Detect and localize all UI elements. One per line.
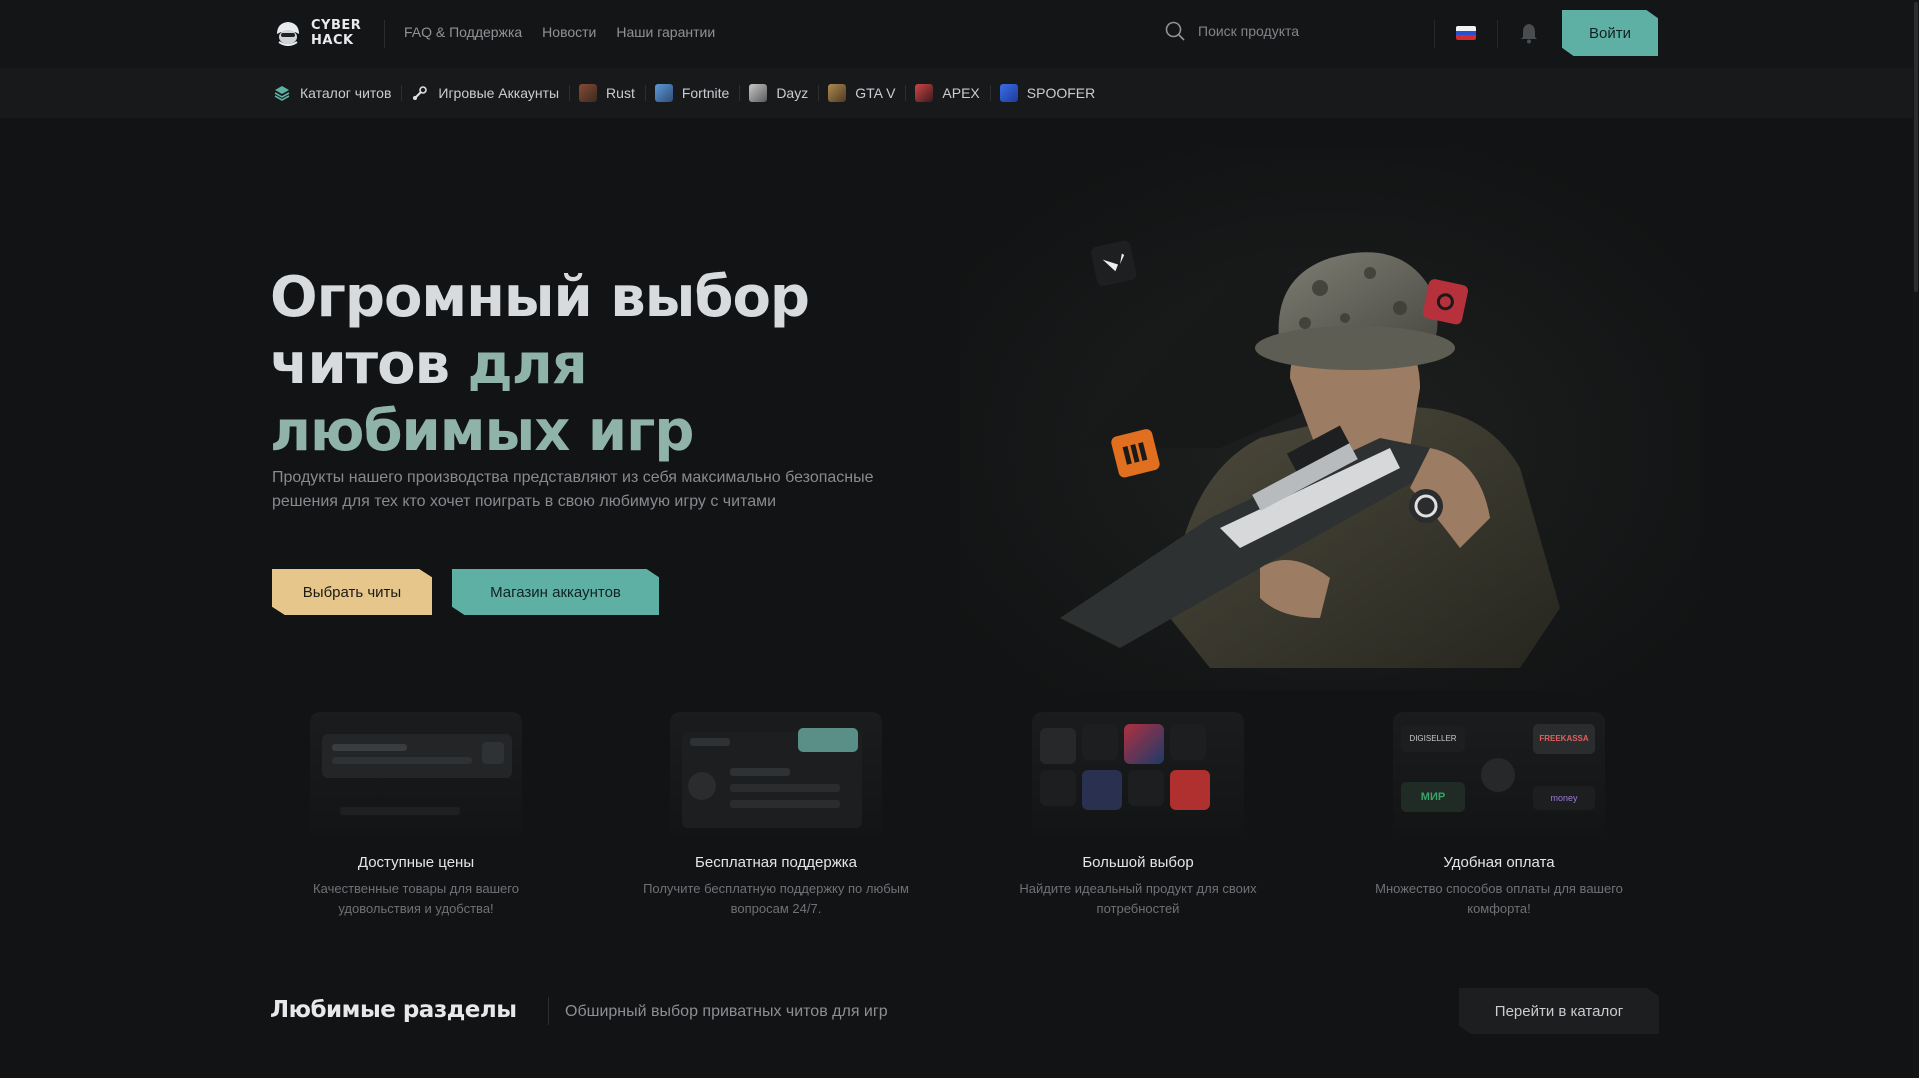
feature-card: Доступные цены Качественные товары для в… <box>270 712 562 919</box>
mir-logo: МИР <box>1401 782 1465 812</box>
ru-flag-icon[interactable] <box>1456 26 1476 40</box>
feature-card: Большой выбор Найдите идеальный продукт … <box>992 712 1284 919</box>
category-gta-v[interactable]: GTA V <box>818 82 905 104</box>
favorites-title: Любимые разделы <box>270 997 517 1023</box>
search-box <box>1164 20 1418 42</box>
search-icon[interactable] <box>1164 20 1186 42</box>
divider <box>384 20 385 48</box>
steam-icon <box>413 86 428 100</box>
bell-icon[interactable] <box>1519 22 1539 44</box>
category-cheats-catalog[interactable]: Каталог читов <box>273 82 401 104</box>
overwatch-badge <box>1409 489 1443 523</box>
category-bar: Каталог читов Игровые Аккаунты Rust Fort… <box>0 68 1919 118</box>
rust-icon <box>579 84 598 102</box>
feature-title: Большой выбор <box>1082 854 1194 871</box>
category-apex[interactable]: APEX <box>905 82 989 104</box>
brand-line-2: HACK <box>311 33 354 48</box>
freekassa-logo: FREEKASSA <box>1533 724 1595 754</box>
layers-icon <box>274 86 290 101</box>
choose-cheats-button[interactable]: Выбрать читы <box>272 569 432 615</box>
rust-badge <box>1422 279 1469 325</box>
hero-title-line-2: читов <box>270 332 468 397</box>
category-game-accounts[interactable]: Игровые Аккаунты <box>401 82 569 104</box>
apex-icon <box>915 84 934 102</box>
top-nav: FAQ & Поддержка Новости Наши гарантии <box>404 24 715 40</box>
yoomoney-logo: money <box>1533 786 1595 810</box>
hero-section: Огромный выбор читов для любимых игр Про… <box>0 118 1919 690</box>
brand-logo[interactable]: CYBER HACK <box>273 18 361 48</box>
scrollbar-thumb[interactable] <box>1914 2 1918 292</box>
brand-line-1: CYBER <box>311 18 362 33</box>
dayz-icon <box>749 84 768 102</box>
favorites-header: Любимые разделы Обширный выбор приватных… <box>270 985 1660 1037</box>
gta-icon <box>828 84 847 102</box>
category-label: Каталог читов <box>300 85 392 101</box>
divider <box>1497 20 1498 48</box>
feature-description: Множество способов оплаты для вашего ком… <box>1375 881 1623 916</box>
hero-title-line-3: любимых игр <box>270 399 694 464</box>
login-button[interactable]: Войти <box>1562 10 1658 56</box>
divider <box>548 997 549 1025</box>
favorites-subtitle: Обширный выбор приватных читов для игр <box>565 1003 888 1020</box>
top-bar: CYBER HACK FAQ & Поддержка Новости Наши … <box>0 0 1919 68</box>
feature-card: Бесплатная поддержка Получите бесплатную… <box>630 712 922 919</box>
brand-name: CYBER HACK <box>311 18 361 48</box>
feature-illustration: DIGISELLER FREEKASSA МИР money <box>1393 712 1605 838</box>
feature-title: Бесплатная поддержка <box>695 854 857 871</box>
category-label: APEX <box>942 85 980 101</box>
feature-illustration <box>310 712 522 838</box>
feature-description: Получите бесплатную поддержку по любым в… <box>643 881 909 916</box>
category-spoofer[interactable]: SPOOFER <box>989 82 1105 104</box>
feature-card: DIGISELLER FREEKASSA МИР money Удобная о… <box>1353 712 1645 919</box>
category-fortnite[interactable]: Fortnite <box>644 82 739 104</box>
nav-guarantees-link[interactable]: Наши гарантии <box>616 24 715 40</box>
fortnite-icon <box>654 84 673 102</box>
category-label: Dayz <box>776 85 809 101</box>
valorant-badge <box>1091 240 1137 287</box>
hacker-mascot-icon <box>277 22 299 46</box>
spoofer-icon <box>999 84 1018 102</box>
accounts-shop-button[interactable]: Магазин аккаунтов <box>452 569 659 615</box>
feature-illustration <box>1032 712 1244 838</box>
digiseller-logo: DIGISELLER <box>1401 726 1465 752</box>
category-nav: Каталог читов Игровые Аккаунты Rust Fort… <box>273 82 1105 104</box>
category-label: Игровые Аккаунты <box>438 85 560 101</box>
feature-title: Удобная оплата <box>1443 854 1555 871</box>
feature-description: Найдите идеальный продукт для своих потр… <box>1019 881 1257 916</box>
hero-title-line-1: Огромный выбор <box>270 265 810 330</box>
category-rust[interactable]: Rust <box>569 82 645 104</box>
soldier-illustration <box>960 148 1700 690</box>
hero-title: Огромный выбор читов для любимых игр <box>270 264 910 465</box>
features-section: Доступные цены Качественные товары для в… <box>270 712 1660 922</box>
feature-illustration <box>670 712 882 838</box>
category-dayz[interactable]: Dayz <box>739 82 818 104</box>
search-input[interactable] <box>1198 23 1418 39</box>
category-label: SPOOFER <box>1026 85 1096 101</box>
nav-faq-link[interactable]: FAQ & Поддержка <box>404 24 522 40</box>
category-label: Rust <box>606 85 635 101</box>
go-to-catalog-button[interactable]: Перейти в каталог <box>1459 988 1659 1034</box>
nav-news-link[interactable]: Новости <box>542 24 596 40</box>
category-label: GTA V <box>855 85 896 101</box>
hero-subtitle: Продукты нашего производства представляю… <box>272 469 874 510</box>
feature-description: Качественные товары для вашего удовольст… <box>313 881 519 916</box>
divider <box>1434 20 1435 48</box>
hero-title-accent: для <box>467 332 588 397</box>
feature-title: Доступные цены <box>357 854 475 871</box>
category-label: Fortnite <box>681 85 730 101</box>
